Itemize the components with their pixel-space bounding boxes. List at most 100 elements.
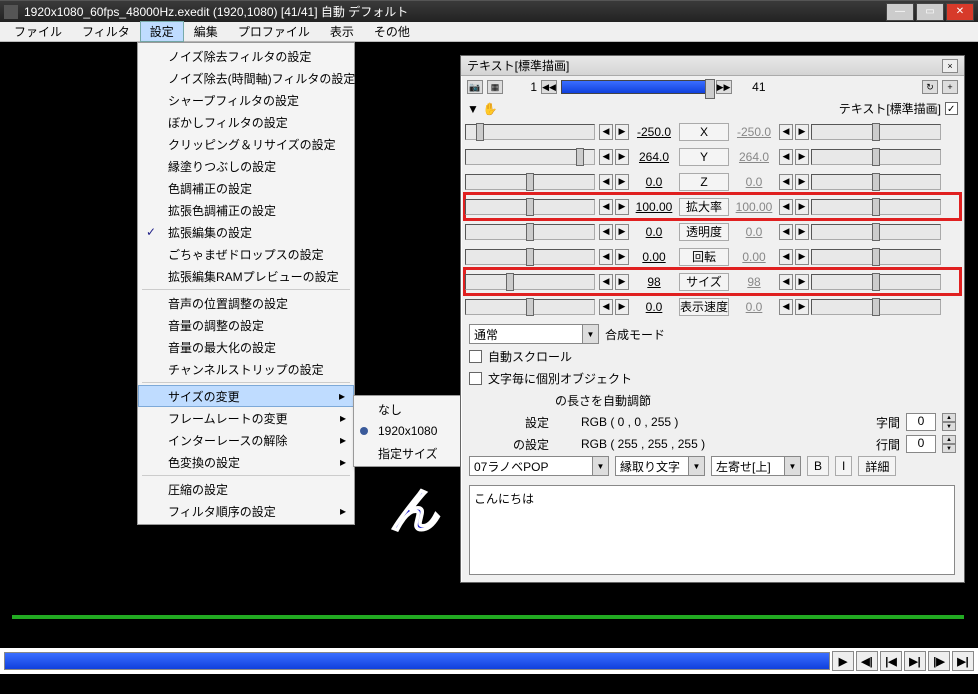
inc-button[interactable]: ▶ (615, 299, 629, 315)
param-label[interactable]: サイズ (679, 273, 729, 291)
bold-button[interactable]: B (807, 456, 829, 476)
param-value2[interactable]: 100.00 (731, 200, 777, 214)
dec2-button[interactable]: ◀ (779, 199, 793, 215)
dec-button[interactable]: ◀ (599, 299, 613, 315)
param-slider-right[interactable] (811, 249, 941, 265)
param-value2[interactable]: 0.00 (731, 250, 777, 264)
size-none[interactable]: なし (354, 398, 462, 420)
refresh-icon[interactable]: ↻ (922, 80, 938, 94)
next-frame-button[interactable]: |▶ (928, 651, 950, 671)
param-slider-left[interactable] (465, 274, 595, 290)
italic-button[interactable]: I (835, 456, 852, 476)
size-preset[interactable]: 1920x1080 (354, 420, 462, 442)
dec-button[interactable]: ◀ (599, 249, 613, 265)
dec2-button[interactable]: ◀ (779, 299, 793, 315)
hand-icon[interactable]: ✋ (483, 102, 498, 116)
inc2-button[interactable]: ▶ (795, 274, 809, 290)
menu-item[interactable]: チャンネルストリップの設定 (138, 358, 354, 380)
add-icon[interactable]: + (942, 80, 958, 94)
param-slider-left[interactable] (465, 249, 595, 265)
param-slider-left[interactable] (465, 299, 595, 315)
step-fwd-button[interactable]: ▶| (904, 651, 926, 671)
menu-item[interactable]: インターレースの解除▸ (138, 429, 354, 451)
param-slider-left[interactable] (465, 124, 595, 140)
menu-item[interactable]: 音声の位置調整の設定 (138, 292, 354, 314)
menu-item[interactable]: サイズの変更▸ (138, 385, 354, 407)
param-label[interactable]: Z (679, 173, 729, 191)
menu-item[interactable]: 拡張色調補正の設定 (138, 199, 354, 221)
dec-button[interactable]: ◀ (599, 224, 613, 240)
inc2-button[interactable]: ▶ (795, 224, 809, 240)
frame-next-button[interactable]: ▶▶ (716, 80, 732, 94)
menu-item[interactable]: フレームレートの変更▸ (138, 407, 354, 429)
menu-item[interactable]: ぼかしフィルタの設定 (138, 111, 354, 133)
camera-icon[interactable]: 📷 (467, 80, 483, 94)
font-select[interactable]: 07ラノベPOP▼ (469, 456, 609, 476)
align-select[interactable]: 左寄せ[上]▼ (711, 456, 801, 476)
inc2-button[interactable]: ▶ (795, 249, 809, 265)
param-label[interactable]: X (679, 123, 729, 141)
menu-item[interactable]: ✓拡張編集の設定 (138, 221, 354, 243)
spacing-input[interactable]: 0 (906, 413, 936, 431)
menu-edit[interactable]: 編集 (184, 21, 228, 42)
param-value[interactable]: 98 (631, 275, 677, 289)
menu-profile[interactable]: プロファイル (228, 21, 320, 42)
object-enable-checkbox[interactable] (945, 102, 958, 115)
panel-close-button[interactable]: × (942, 59, 958, 73)
dec2-button[interactable]: ◀ (779, 149, 793, 165)
param-value[interactable]: 100.00 (631, 200, 677, 214)
dec-button[interactable]: ◀ (599, 149, 613, 165)
param-slider-right[interactable] (811, 274, 941, 290)
menu-item[interactable]: ごちゃまぜドロップスの設定 (138, 243, 354, 265)
menu-item[interactable]: 縁塗りつぶしの設定 (138, 155, 354, 177)
dec-button[interactable]: ◀ (599, 124, 613, 140)
param-slider-right[interactable] (811, 174, 941, 190)
detail-button[interactable]: 詳細 (858, 456, 896, 476)
maximize-button[interactable]: ▭ (916, 3, 944, 21)
step-back-button[interactable]: |◀ (880, 651, 902, 671)
inc-button[interactable]: ▶ (615, 274, 629, 290)
param-value[interactable]: 0.0 (631, 225, 677, 239)
param-value[interactable]: 0.0 (631, 300, 677, 314)
param-label[interactable]: Y (679, 148, 729, 166)
auto-scroll-checkbox[interactable] (469, 350, 482, 363)
menu-item[interactable]: 音量の最大化の設定 (138, 336, 354, 358)
menu-file[interactable]: ファイル (4, 21, 72, 42)
inc2-button[interactable]: ▶ (795, 174, 809, 190)
prev-frame-button[interactable]: ◀| (856, 651, 878, 671)
per-char-checkbox[interactable] (469, 372, 482, 385)
menu-item[interactable]: ノイズ除去(時間軸)フィルタの設定 (138, 67, 354, 89)
dec-button[interactable]: ◀ (599, 199, 613, 215)
decoration-select[interactable]: 縁取り文字▼ (615, 456, 705, 476)
inc-button[interactable]: ▶ (615, 149, 629, 165)
menu-other[interactable]: その他 (364, 21, 420, 42)
dec2-button[interactable]: ◀ (779, 174, 793, 190)
dec2-button[interactable]: ◀ (779, 124, 793, 140)
menu-item[interactable]: 音量の調整の設定 (138, 314, 354, 336)
close-button[interactable]: ✕ (946, 3, 974, 21)
param-value2[interactable]: 264.0 (731, 150, 777, 164)
dec-button[interactable]: ◀ (599, 174, 613, 190)
menu-filter[interactable]: フィルタ (72, 21, 140, 42)
text-input[interactable]: こんにちは (469, 485, 955, 575)
menu-item[interactable]: 色変換の設定▸ (138, 451, 354, 473)
spacing-stepper[interactable]: ▲▼ (942, 413, 956, 431)
menu-item[interactable]: 圧縮の設定 (138, 478, 354, 500)
seek-slider[interactable] (4, 652, 830, 670)
collapse-icon[interactable]: ▼ (467, 102, 479, 116)
dec2-button[interactable]: ◀ (779, 274, 793, 290)
param-label[interactable]: 透明度 (679, 223, 729, 241)
param-value2[interactable]: 0.0 (731, 225, 777, 239)
param-value[interactable]: 0.0 (631, 175, 677, 189)
inc2-button[interactable]: ▶ (795, 124, 809, 140)
inc-button[interactable]: ▶ (615, 124, 629, 140)
param-label[interactable]: 表示速度 (679, 298, 729, 316)
menu-view[interactable]: 表示 (320, 21, 364, 42)
inc2-button[interactable]: ▶ (795, 199, 809, 215)
size-custom[interactable]: 指定サイズ (354, 442, 462, 464)
param-label[interactable]: 拡大率 (679, 198, 729, 216)
inc-button[interactable]: ▶ (615, 199, 629, 215)
blend-mode-select[interactable]: 通常▼ (469, 324, 599, 344)
menu-item[interactable]: 拡張編集RAMプレビューの設定 (138, 265, 354, 287)
line-input[interactable]: 0 (906, 435, 936, 453)
